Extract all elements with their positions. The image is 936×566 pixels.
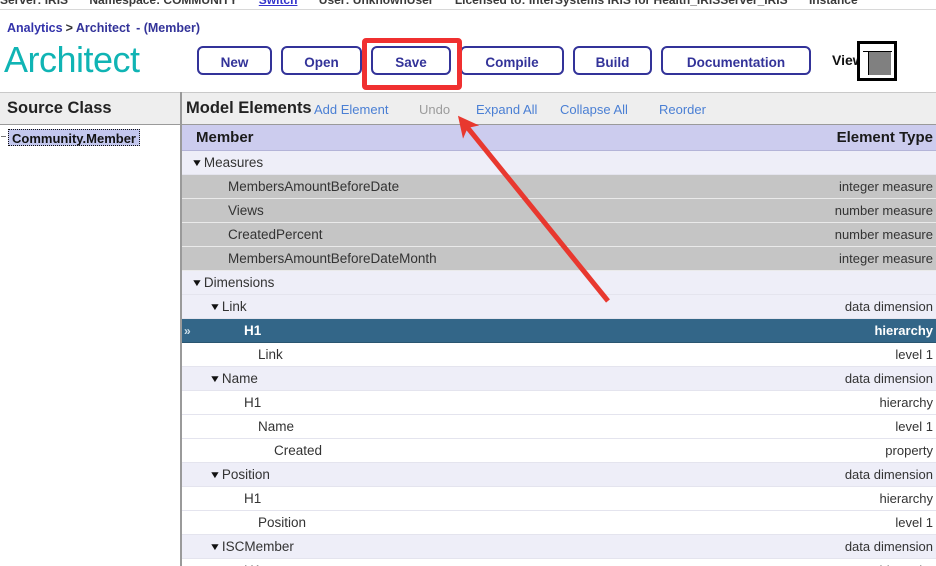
- caret-down-icon[interactable]: ▼: [209, 464, 221, 488]
- row-member-name: Link: [258, 347, 283, 362]
- status-user: User: UnknownUser: [318, 0, 434, 7]
- row-element-type: hierarchy: [879, 491, 933, 506]
- table-row[interactable]: ▼Position data dimension: [182, 463, 936, 487]
- table-row[interactable]: H1 hierarchy: [182, 487, 936, 511]
- row-member-name: ▼Dimensions: [191, 271, 275, 296]
- caret-down-icon[interactable]: ▼: [191, 272, 203, 296]
- caret-down-icon[interactable]: ▼: [209, 296, 221, 320]
- table-header-row: Member Element Type: [182, 125, 936, 151]
- server-status-bar: Server: IRIS Namespace: COMMUNITY Switch…: [0, 0, 936, 9]
- row-member-name: ▼Position: [209, 463, 270, 488]
- table-row[interactable]: ▼Name data dimension: [182, 367, 936, 391]
- row-element-type: hierarchy: [879, 395, 933, 410]
- source-class-panel: Community.Member: [0, 125, 180, 566]
- panel-headers-band: Source Class Model Elements Add Element …: [0, 92, 936, 125]
- status-server: Server: IRIS: [0, 0, 69, 7]
- table-row[interactable]: H1 hierarchy: [182, 391, 936, 415]
- row-member-name: MembersAmountBeforeDate: [228, 179, 400, 194]
- add-element-link[interactable]: Add Element: [314, 102, 388, 117]
- panel-layout-icon-left: [863, 52, 869, 75]
- panel-layout-icon[interactable]: [857, 41, 897, 81]
- column-header-element-type: Element Type: [836, 129, 933, 146]
- table-row[interactable]: MembersAmountBeforeDate integer measure: [182, 175, 936, 199]
- model-elements-panel: Member Element Type ▼Measures MembersAmou…: [182, 125, 936, 566]
- caret-down-icon[interactable]: ▼: [191, 152, 203, 176]
- row-member-name: ▼Name: [209, 367, 258, 392]
- row-member-name: Name: [258, 419, 295, 434]
- row-element-type: data dimension: [844, 299, 933, 314]
- table-row[interactable]: H1 hierarchy: [182, 559, 936, 566]
- row-element-type: data dimension: [844, 467, 933, 482]
- breadcrumb-architect[interactable]: Architect: [76, 21, 130, 35]
- header-band: Architect New Open Save Compile Build Do…: [0, 36, 936, 92]
- row-element-type: integer measure: [839, 179, 933, 194]
- table-row[interactable]: CreatedPercent number measure: [182, 223, 936, 247]
- row-member-name: Views: [228, 203, 264, 218]
- caret-down-icon[interactable]: ▼: [209, 536, 221, 560]
- row-element-type: hierarchy: [874, 323, 933, 338]
- source-class-panel-title: Source Class: [7, 99, 112, 117]
- undo-link: Undo: [419, 102, 451, 117]
- table-row[interactable]: ▼Dimensions: [182, 271, 936, 295]
- row-member-name: CreatedPercent: [228, 227, 323, 242]
- model-elements-panel-title: Model Elements: [186, 99, 312, 117]
- build-button[interactable]: Build: [573, 46, 652, 75]
- table-row[interactable]: Position level 1: [182, 511, 936, 535]
- row-member-name: MembersAmountBeforeDateMonth: [228, 251, 437, 266]
- row-member-name: H1: [244, 559, 261, 566]
- row-element-type: integer measure: [839, 251, 933, 266]
- row-member-name: ▼Link: [209, 295, 247, 320]
- row-element-type: level 1: [895, 515, 933, 530]
- table-row[interactable]: » H1 hierarchy: [182, 319, 936, 343]
- row-member-name: H1: [244, 323, 262, 338]
- open-button[interactable]: Open: [281, 46, 362, 75]
- status-bar-divider: [0, 9, 936, 10]
- status-license: Licensed to: InterSystems IRIS for Healt…: [454, 0, 788, 7]
- table-row[interactable]: Name level 1: [182, 415, 936, 439]
- row-member-name: Created: [274, 443, 323, 458]
- table-row[interactable]: Link level 1: [182, 343, 936, 367]
- row-element-type: level 1: [895, 419, 933, 434]
- row-member-name: H1: [244, 491, 262, 506]
- row-element-type: data dimension: [844, 371, 933, 386]
- caret-down-icon[interactable]: ▼: [209, 368, 221, 392]
- breadcrumb-separator: >: [65, 21, 73, 35]
- compile-button[interactable]: Compile: [460, 46, 564, 75]
- reorder-link[interactable]: Reorder: [659, 102, 706, 117]
- source-class-tree-node[interactable]: Community.Member: [8, 129, 140, 146]
- table-row[interactable]: Created property: [182, 439, 936, 463]
- table-row[interactable]: Views number measure: [182, 199, 936, 223]
- row-element-type: level 1: [895, 347, 933, 362]
- status-namespace: Namespace: COMMUNITY: [89, 0, 238, 7]
- page-title: Architect: [4, 39, 140, 80]
- row-element-type: property: [885, 443, 933, 458]
- table-row[interactable]: ▼ISCMember data dimension: [182, 535, 936, 559]
- table-row[interactable]: MembersAmountBeforeDateMonth integer meas…: [182, 247, 936, 271]
- row-element-type: number measure: [834, 227, 933, 242]
- expand-all-link[interactable]: Expand All: [476, 102, 537, 117]
- breadcrumb-analytics[interactable]: Analytics: [7, 21, 63, 35]
- save-button[interactable]: Save: [371, 46, 451, 75]
- row-member-name: Position: [258, 515, 307, 530]
- switch-namespace-link[interactable]: Switch: [259, 0, 298, 7]
- model-elements-tree: ▼Measures MembersAmountBeforeDate integer …: [182, 151, 936, 566]
- collapse-all-link[interactable]: Collapse All: [560, 102, 628, 117]
- selected-row-marker-icon: »: [184, 324, 191, 338]
- table-row[interactable]: ▼Link data dimension: [182, 295, 936, 319]
- row-member-name: ▼Measures: [191, 151, 263, 176]
- status-instance: Instance: [808, 0, 858, 7]
- breadcrumb: Analytics > Architect - (Member): [7, 21, 200, 35]
- documentation-button[interactable]: Documentation: [661, 46, 811, 75]
- breadcrumb-context: - (Member): [136, 21, 200, 35]
- row-element-type: data dimension: [844, 539, 933, 554]
- table-row[interactable]: ▼Measures: [182, 151, 936, 175]
- row-member-name: ▼ISCMember: [209, 535, 294, 560]
- row-element-type: hierarchy: [880, 559, 933, 566]
- new-button[interactable]: New: [197, 46, 272, 75]
- row-element-type: number measure: [834, 203, 933, 218]
- column-header-member: Member: [196, 129, 254, 146]
- tree-connector-icon: [1, 136, 6, 137]
- row-member-name: H1: [244, 395, 262, 410]
